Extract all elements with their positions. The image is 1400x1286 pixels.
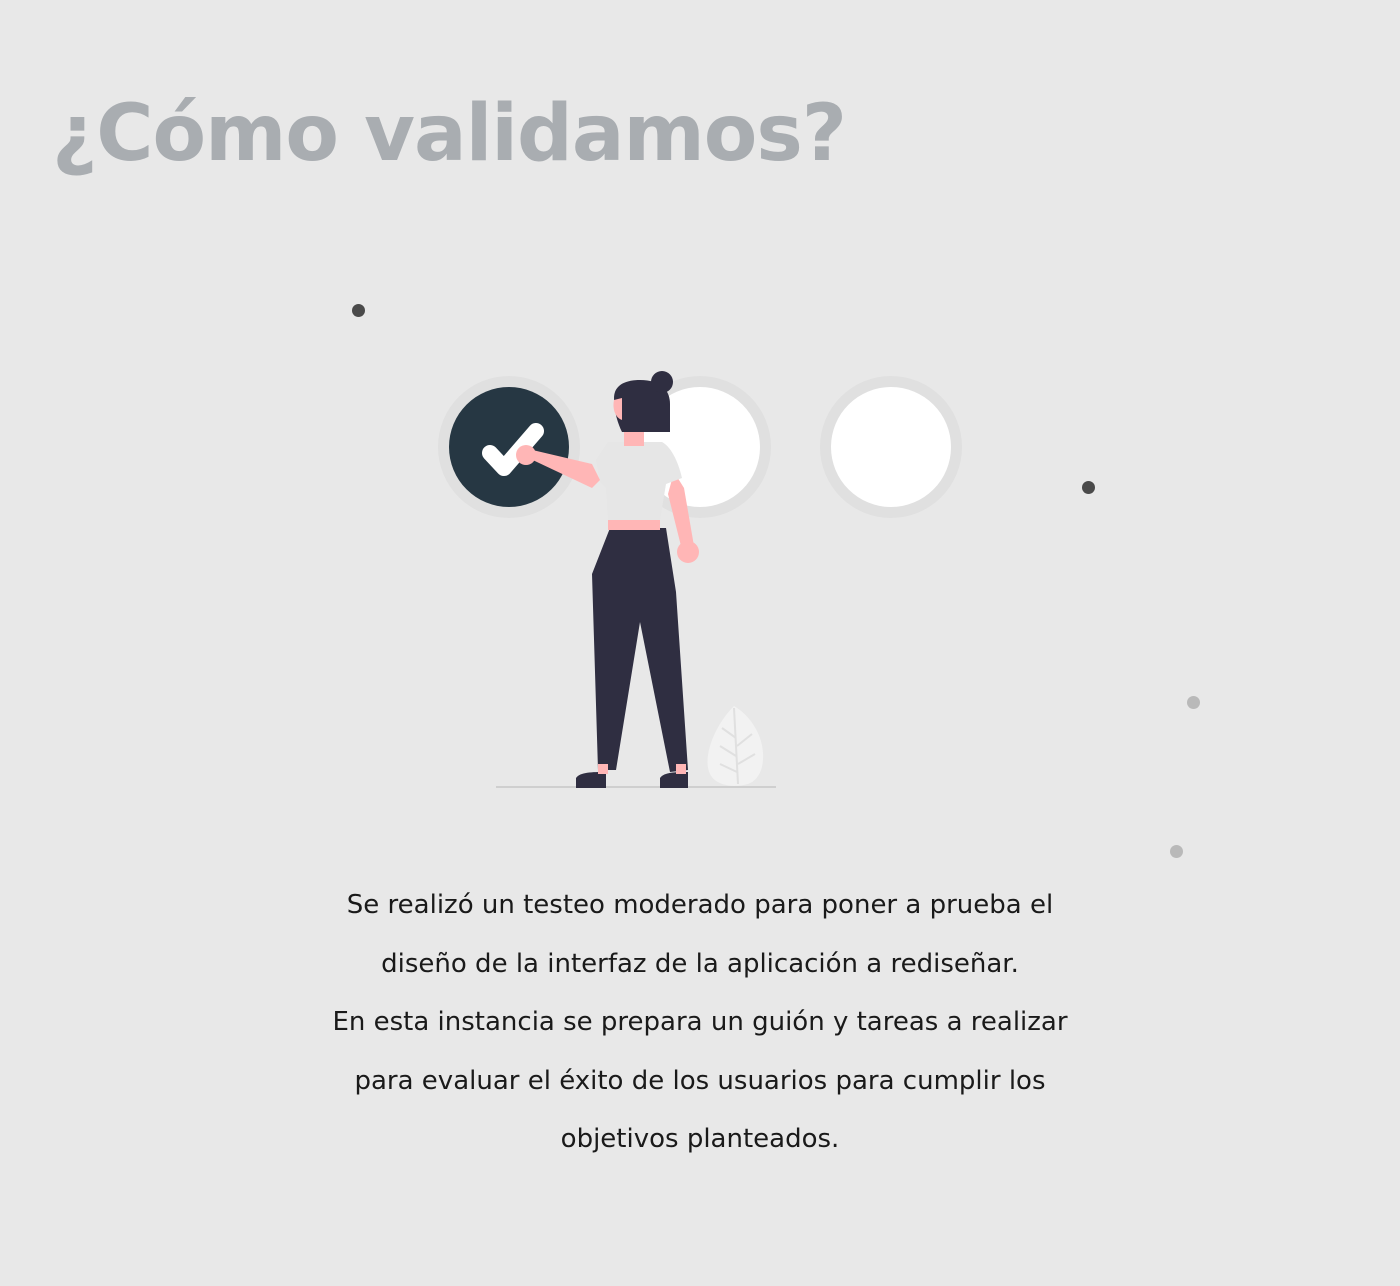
- decorative-dot: [1170, 845, 1183, 858]
- page: ¿Cómo validamos? Se realizó un testeo mo…: [0, 0, 1400, 1286]
- shoe: [660, 772, 688, 788]
- description-line: diseño de la interfaz de la aplicación a…: [381, 948, 1019, 979]
- ankle: [676, 764, 686, 774]
- ground-line: [496, 786, 776, 788]
- validation-illustration: [420, 360, 980, 800]
- circle-fill: [449, 387, 569, 507]
- description-line: Se realizó un testeo moderado para poner…: [346, 890, 1054, 920]
- decorative-dot: [1187, 696, 1200, 709]
- shoe: [576, 772, 606, 788]
- ear: [613, 398, 622, 420]
- hair-bun: [651, 371, 673, 393]
- illustration-svg: [438, 371, 962, 788]
- ankle: [598, 764, 608, 774]
- description-paragraph: Se realizó un testeo moderado para poner…: [250, 876, 1150, 1169]
- step-circle-checked: [438, 376, 580, 518]
- hand: [677, 541, 699, 563]
- pants: [592, 528, 688, 772]
- description-line: En esta instancia se prepara un guión y …: [332, 1007, 1068, 1037]
- decorative-dot: [352, 304, 365, 317]
- page-title: ¿Cómo validamos?: [52, 89, 847, 179]
- hand: [516, 445, 536, 465]
- description-line: para evaluar el éxito de los usuarios pa…: [354, 1065, 1046, 1096]
- description-line: objetivos planteados.: [560, 1124, 840, 1154]
- step-circle-pending: [820, 376, 962, 518]
- circle-fill: [831, 387, 951, 507]
- decorative-dot: [1082, 481, 1095, 494]
- leaf-icon: [707, 706, 764, 786]
